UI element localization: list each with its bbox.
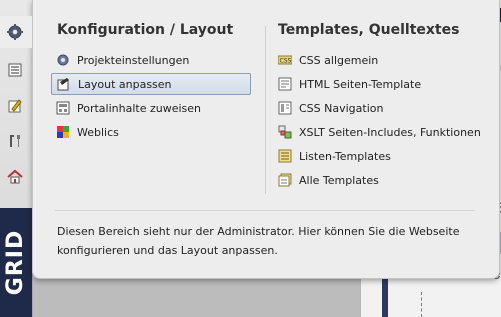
css-navigation-icon — [278, 101, 292, 115]
menu-item-label: Alle Templates — [299, 173, 379, 187]
menu-item-listen-templates[interactable]: Listen-Templates — [273, 145, 488, 167]
menu-item-label: Portalinhalte zuweisen — [77, 101, 202, 115]
brand-strip: GRID — [0, 208, 32, 317]
css-icon: CSS — [278, 53, 292, 67]
admin-menu-popup: Konfiguration / Layout Projekteinstellun… — [32, 0, 500, 279]
menu-item-html-seiten-template[interactable]: HTML Seiten-Template — [273, 73, 488, 95]
menu-item-layout-anpassen[interactable]: Layout anpassen — [51, 73, 251, 95]
menu-item-css-navigation[interactable]: CSS Navigation — [273, 97, 488, 119]
brand-label: GRID — [3, 229, 29, 296]
weblics-icon — [56, 125, 70, 139]
list-template-icon — [278, 149, 292, 163]
layout-edit-icon — [57, 77, 71, 91]
tools-icon[interactable] — [7, 133, 23, 149]
menu-item-label: Projekteinstellungen — [77, 53, 190, 67]
html-template-icon — [278, 77, 292, 91]
gear-icon — [56, 53, 70, 67]
admin-info-text: Diesen Bereich sieht nur der Administrat… — [57, 225, 460, 257]
menu-item-label: CSS allgemein — [299, 53, 379, 67]
footer-divider — [55, 210, 475, 211]
menu-item-projekteinstellungen[interactable]: Projekteinstellungen — [51, 49, 251, 71]
menu-item-css-allgemein[interactable]: CSS CSS allgemein — [273, 49, 488, 71]
menu-item-weblics[interactable]: Weblics — [51, 121, 251, 143]
menu-item-portalinhalte-zuweisen[interactable]: Portalinhalte zuweisen — [51, 97, 251, 119]
menu-item-xslt-seiten-includes[interactable]: XSLT Seiten-Includes, Funktionen — [273, 121, 488, 143]
column-divider — [265, 26, 266, 194]
menu-item-label: HTML Seiten-Template — [299, 77, 422, 91]
all-templates-icon — [278, 173, 292, 187]
svg-text:CSS: CSS — [280, 58, 292, 65]
dashed-guide — [421, 292, 423, 317]
menu-item-label: XSLT Seiten-Includes, Funktionen — [299, 125, 481, 139]
background-panel — [32, 278, 360, 317]
menu-item-label: CSS Navigation — [299, 101, 384, 115]
xslt-icon — [278, 125, 292, 139]
list-icon[interactable] — [7, 62, 23, 78]
portal-icon — [56, 101, 70, 115]
edit-icon[interactable] — [7, 98, 23, 114]
menu-item-alle-templates[interactable]: Alle Templates — [273, 169, 488, 191]
menu-item-label: Layout anpassen — [78, 77, 172, 91]
gear-icon — [7, 24, 23, 44]
toolbar-tab-configuration[interactable] — [0, 16, 32, 48]
home-icon[interactable] — [7, 169, 23, 185]
left-column-title: Konfiguration / Layout — [57, 22, 234, 38]
menu-item-label: Weblics — [77, 125, 119, 139]
menu-item-label: Listen-Templates — [299, 149, 391, 163]
right-column-title: Templates, Quelltextes — [278, 22, 460, 38]
